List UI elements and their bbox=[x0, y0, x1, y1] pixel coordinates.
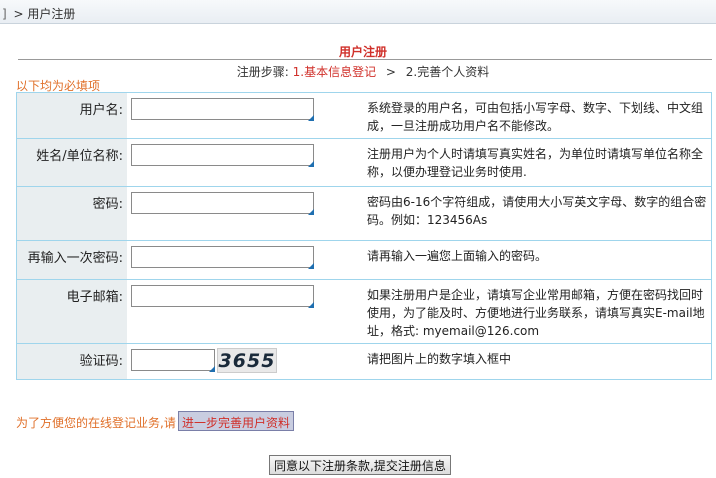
input-resize-icon bbox=[308, 209, 314, 215]
complete-profile-note: 为了方便您的在线登记业务,请 bbox=[16, 416, 176, 430]
breadcrumb-current: 用户注册 bbox=[27, 7, 76, 21]
row-name: 姓名/单位名称: 注册用户为个人时请填写真实姓名，为单位时请填写单位名称全称，以… bbox=[17, 139, 711, 187]
top-bar: ] > 用户注册 bbox=[0, 0, 716, 24]
name-label: 姓名/单位名称: bbox=[17, 139, 127, 186]
row-username: 用户名: 系统登录的用户名，可由包括小写字母、数字、下划线、中文组成，一旦注册成… bbox=[17, 93, 711, 139]
password-input[interactable] bbox=[131, 192, 314, 214]
name-input[interactable] bbox=[131, 144, 314, 166]
home-icon[interactable]: ] bbox=[2, 7, 7, 21]
email-hint: 如果注册用户是企业，请填写企业常用邮箱，方便在密码找回时使用，为了能及时、方便地… bbox=[367, 288, 705, 338]
input-resize-icon bbox=[308, 302, 314, 308]
username-hint: 系统登录的用户名，可由包括小写字母、数字、下划线、中文组成，一旦注册成功用户名不… bbox=[367, 101, 704, 133]
confirm-password-label: 再输入一次密码: bbox=[17, 241, 127, 279]
step-arrow: > bbox=[385, 65, 396, 79]
section-title: 用户注册 bbox=[338, 45, 387, 59]
captcha-input[interactable] bbox=[131, 349, 215, 371]
registration-form: 用户名: 系统登录的用户名，可由包括小写字母、数字、下划线、中文组成，一旦注册成… bbox=[16, 92, 712, 380]
submit-registration-button[interactable]: 同意以下注册条款,提交注册信息 bbox=[269, 455, 451, 475]
email-input[interactable] bbox=[131, 285, 314, 307]
input-resize-icon bbox=[308, 161, 314, 167]
input-resize-icon bbox=[308, 263, 314, 269]
captcha-hint: 请把图片上的数字填入框中 bbox=[367, 352, 512, 366]
password-hint: 密码由6-16个字符组成，请使用大小写英文字母、数字的组合密码。例如：12345… bbox=[367, 195, 707, 227]
confirm-password-hint: 请再输入一遍您上面输入的密码。 bbox=[367, 249, 548, 263]
password-label: 密码: bbox=[17, 187, 127, 240]
name-hint: 注册用户为个人时请填写真实姓名，为单位时请填写单位名称全称，以便办理登记业务时使… bbox=[367, 147, 704, 179]
row-captcha: 验证码: 3655 请把图片上的数字填入框中 bbox=[17, 344, 711, 379]
captcha-label: 验证码: bbox=[17, 344, 127, 379]
row-confirm-password: 再输入一次密码: 请再输入一遍您上面输入的密码。 bbox=[17, 241, 711, 280]
row-password: 密码: 密码由6-16个字符组成，请使用大小写英文字母、数字的组合密码。例如：1… bbox=[17, 187, 711, 241]
steps-prefix: 注册步骤: bbox=[236, 65, 289, 79]
email-label: 电子邮箱: bbox=[17, 280, 127, 343]
complete-profile-link[interactable]: 进一步完善用户资料 bbox=[178, 411, 295, 431]
step-1-label: 1.基本信息登记 bbox=[292, 65, 377, 79]
row-email: 电子邮箱: 如果注册用户是企业，请填写企业常用邮箱，方便在密码找回时使用，为了能… bbox=[17, 280, 711, 344]
username-label: 用户名: bbox=[17, 93, 127, 138]
title-divider bbox=[18, 59, 712, 60]
input-resize-icon bbox=[308, 115, 314, 121]
confirm-password-input[interactable] bbox=[131, 246, 314, 268]
registration-steps: 注册步骤: 1.基本信息登记 > 2.完善个人资料 bbox=[0, 63, 716, 80]
breadcrumb-separator: > bbox=[13, 7, 24, 21]
input-resize-icon bbox=[209, 366, 215, 372]
captcha-image[interactable]: 3655 bbox=[217, 348, 277, 373]
breadcrumb: ] > 用户注册 bbox=[2, 5, 75, 22]
step-2-label: 2.完善个人资料 bbox=[405, 65, 490, 79]
username-input[interactable] bbox=[131, 98, 314, 120]
